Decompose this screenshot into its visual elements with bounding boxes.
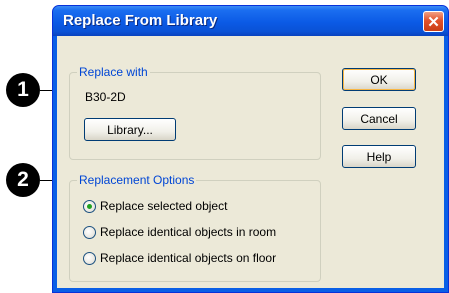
dialog-client-area: Replace with B30-2D Library... Replaceme…: [57, 36, 444, 288]
option-replace-on-floor-label: Replace identical objects on floor: [100, 251, 277, 265]
callout-1-number: 1: [17, 78, 29, 101]
option-replace-on-floor[interactable]: Replace identical objects on floor: [83, 250, 276, 266]
callout-1-badge: 1: [6, 73, 40, 107]
option-replace-in-room[interactable]: Replace identical objects in room: [83, 224, 276, 240]
library-button-label: Library...: [107, 122, 153, 137]
title-bar[interactable]: Replace From Library ✕: [53, 6, 448, 36]
ok-button[interactable]: OK: [342, 68, 416, 91]
radio-unselected-icon[interactable]: [83, 225, 96, 239]
close-button[interactable]: ✕: [423, 11, 444, 32]
help-button[interactable]: Help: [342, 145, 416, 168]
cancel-button-label: Cancel: [360, 111, 398, 126]
radio-selected-icon[interactable]: [83, 199, 96, 213]
option-replace-in-room-label: Replace identical objects in room: [100, 225, 277, 239]
option-replace-selected[interactable]: Replace selected object: [83, 198, 227, 214]
replace-from-library-dialog: Replace From Library ✕ Replace with B30-…: [52, 5, 449, 293]
ok-button-label: OK: [370, 72, 388, 87]
close-icon: ✕: [427, 13, 440, 31]
cancel-button[interactable]: Cancel: [342, 107, 416, 130]
callout-2-number: 2: [17, 168, 29, 191]
radio-unselected-icon[interactable]: [83, 251, 96, 265]
dialog-title: Replace From Library: [63, 12, 218, 29]
help-button-label: Help: [366, 149, 392, 164]
callout-2-badge: 2: [6, 163, 40, 197]
option-replace-selected-label: Replace selected object: [100, 199, 228, 213]
replace-with-legend: Replace with: [77, 65, 150, 80]
replace-with-group: Replace with: [69, 65, 321, 160]
library-button[interactable]: Library...: [84, 118, 176, 141]
selected-library-item: B30-2D: [85, 90, 126, 104]
replacement-options-legend: Replacement Options: [77, 173, 197, 188]
